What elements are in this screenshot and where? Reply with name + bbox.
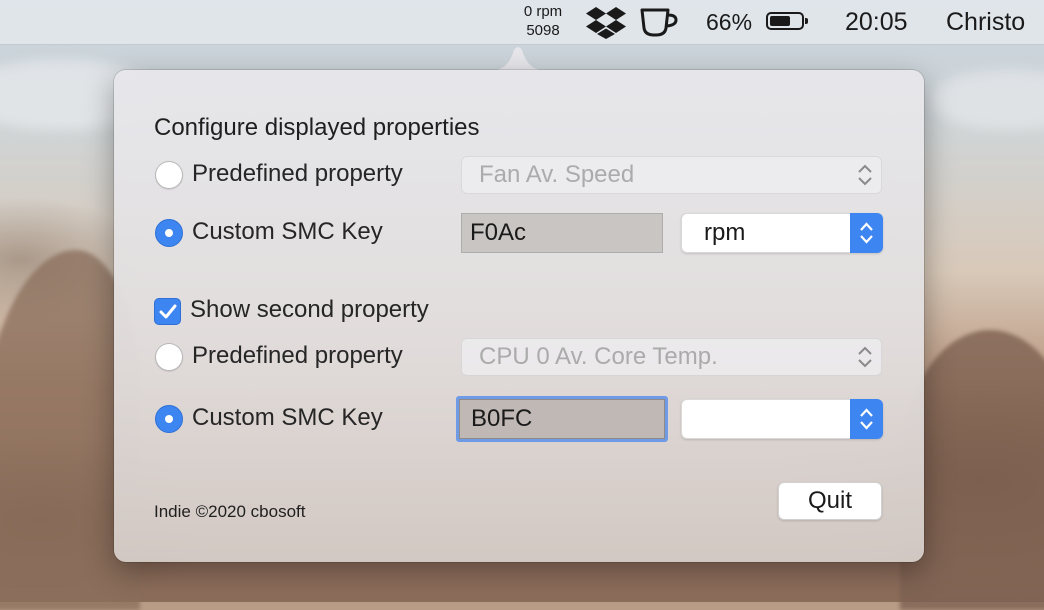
show-second-label[interactable]: Show second property — [190, 296, 429, 324]
second-custom-radio[interactable] — [155, 405, 183, 433]
section-title: Configure displayed properties — [154, 114, 480, 141]
second-unit-stepper[interactable] — [850, 399, 883, 439]
menu-bar: 0 rpm 5098 66% 20:05 Christo — [0, 0, 1044, 45]
chevron-up-down-icon — [858, 346, 872, 368]
first-unit-value: rpm — [704, 219, 746, 246]
second-predefined-label[interactable]: Predefined property — [192, 342, 403, 370]
first-predefined-popup: Fan Av. Speed — [461, 156, 882, 194]
copyright-footer: Indie ©2020 cbosoft — [154, 502, 306, 521]
second-predefined-radio[interactable] — [155, 343, 183, 371]
first-custom-radio[interactable] — [155, 219, 183, 247]
chevron-up-down-icon — [860, 408, 873, 430]
battery-icon[interactable] — [766, 12, 808, 30]
dropbox-icon[interactable] — [586, 0, 626, 44]
second-custom-label[interactable]: Custom SMC Key — [192, 404, 383, 432]
chevron-up-down-icon — [860, 222, 873, 244]
menu-bar-clock[interactable]: 20:05 — [845, 0, 908, 44]
first-unit-popup[interactable]: rpm — [681, 213, 883, 253]
quit-button[interactable]: Quit — [778, 482, 882, 520]
battery-level-fill — [770, 16, 790, 26]
battery-percentage[interactable]: 66% — [706, 0, 752, 44]
popover-arrow — [490, 47, 546, 71]
checkmark-icon — [159, 304, 177, 319]
first-smc-key-field[interactable]: F0Ac — [461, 213, 663, 253]
second-predefined-popup: CPU 0 Av. Core Temp. — [461, 338, 882, 376]
first-custom-label[interactable]: Custom SMC Key — [192, 218, 383, 246]
fast-user-switch[interactable]: Christo — [946, 0, 1025, 44]
first-unit-stepper[interactable] — [850, 213, 883, 253]
settings-popover: Configure displayed properties Predefine… — [114, 70, 924, 562]
first-predefined-label[interactable]: Predefined property — [192, 160, 403, 188]
second-smc-key-field[interactable]: B0FC — [456, 396, 668, 442]
first-predefined-value: Fan Av. Speed — [479, 161, 635, 188]
fan-speed-value: 0 rpm — [523, 3, 563, 20]
second-predefined-value: CPU 0 Av. Core Temp. — [479, 343, 718, 370]
second-unit-popup[interactable] — [681, 399, 883, 439]
coffee-cup-icon[interactable] — [640, 0, 680, 44]
chevron-up-down-icon — [858, 164, 872, 186]
second-property-value: 5098 — [526, 22, 560, 39]
fan-speed-status-item[interactable]: 0 rpm 5098 — [512, 2, 574, 42]
first-predefined-radio[interactable] — [155, 161, 183, 189]
show-second-checkbox[interactable] — [154, 298, 181, 325]
